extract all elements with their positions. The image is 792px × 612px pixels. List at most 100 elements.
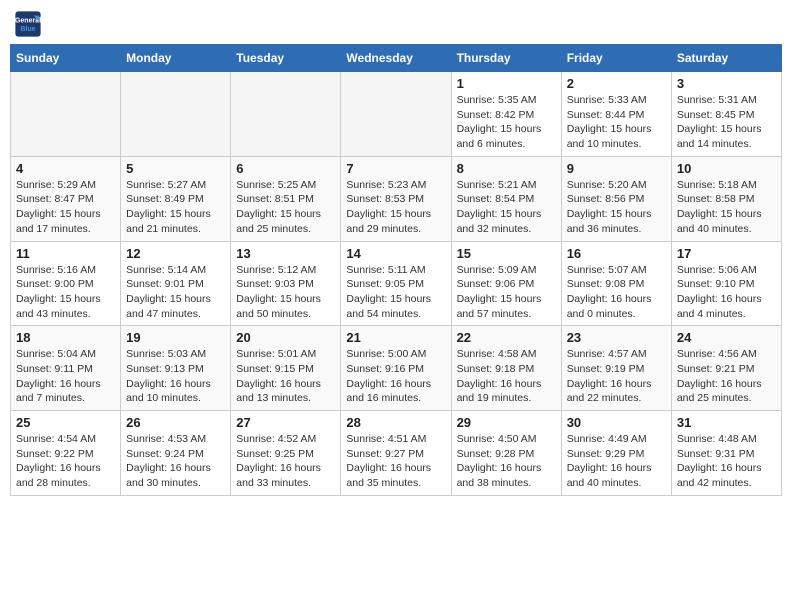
calendar-cell: 30 Sunrise: 4:49 AM Sunset: 9:29 PM Dayli… <box>561 411 671 496</box>
calendar-cell: 16 Sunrise: 5:07 AM Sunset: 9:08 PM Dayli… <box>561 241 671 326</box>
calendar-cell: 24Sunrise: 4:56 AM Sunset: 9:21 PM Dayli… <box>671 326 781 411</box>
day-number: 16 <box>567 246 666 261</box>
day-number: 8 <box>457 161 556 176</box>
cell-content: Sunrise: 5:25 AM Sunset: 8:51 PM Dayligh… <box>236 178 335 237</box>
logo-icon: General Blue <box>14 10 42 38</box>
day-number: 26 <box>126 415 225 430</box>
cell-content: Sunrise: 4:53 AM Sunset: 9:24 PM Dayligh… <box>126 432 225 491</box>
cell-content: Sunrise: 5:35 AM Sunset: 8:42 PM Dayligh… <box>457 93 556 152</box>
day-number: 29 <box>457 415 556 430</box>
calendar-week-4: 18 Sunrise: 5:04 AM Sunset: 9:11 PM Dayli… <box>11 326 782 411</box>
cell-content: Sunrise: 4:52 AM Sunset: 9:25 PM Dayligh… <box>236 432 335 491</box>
calendar-cell: 8 Sunrise: 5:21 AM Sunset: 8:54 PM Daylig… <box>451 156 561 241</box>
calendar-cell <box>341 72 451 157</box>
col-header-thursday: Thursday <box>451 45 561 72</box>
day-number: 9 <box>567 161 666 176</box>
day-number: 12 <box>126 246 225 261</box>
day-number: 20 <box>236 330 335 345</box>
cell-content: Sunrise: 5:20 AM Sunset: 8:56 PM Dayligh… <box>567 178 666 237</box>
day-number: 2 <box>567 76 666 91</box>
calendar-cell: 20 Sunrise: 5:01 AM Sunset: 9:15 PM Dayli… <box>231 326 341 411</box>
cell-content: Sunrise: 5:01 AM Sunset: 9:15 PM Dayligh… <box>236 347 335 406</box>
calendar-cell: 2 Sunrise: 5:33 AM Sunset: 8:44 PM Daylig… <box>561 72 671 157</box>
calendar-cell: 4 Sunrise: 5:29 AM Sunset: 8:47 PM Daylig… <box>11 156 121 241</box>
col-header-sunday: Sunday <box>11 45 121 72</box>
calendar-cell <box>231 72 341 157</box>
cell-content: Sunrise: 5:16 AM Sunset: 9:00 PM Dayligh… <box>16 263 115 322</box>
calendar-cell <box>121 72 231 157</box>
day-number: 27 <box>236 415 335 430</box>
cell-content: Sunrise: 4:56 AM Sunset: 9:21 PM Dayligh… <box>677 347 776 406</box>
cell-content: Sunrise: 5:31 AM Sunset: 8:45 PM Dayligh… <box>677 93 776 152</box>
day-number: 28 <box>346 415 445 430</box>
cell-content: Sunrise: 5:18 AM Sunset: 8:58 PM Dayligh… <box>677 178 776 237</box>
calendar-week-3: 11 Sunrise: 5:16 AM Sunset: 9:00 PM Dayli… <box>11 241 782 326</box>
day-number: 30 <box>567 415 666 430</box>
page-header: General Blue <box>10 10 782 38</box>
calendar-cell: 27 Sunrise: 4:52 AM Sunset: 9:25 PM Dayli… <box>231 411 341 496</box>
calendar-cell: 18 Sunrise: 5:04 AM Sunset: 9:11 PM Dayli… <box>11 326 121 411</box>
calendar-cell: 28Sunrise: 4:51 AM Sunset: 9:27 PM Dayli… <box>341 411 451 496</box>
cell-content: Sunrise: 5:09 AM Sunset: 9:06 PM Dayligh… <box>457 263 556 322</box>
calendar-cell: 15 Sunrise: 5:09 AM Sunset: 9:06 PM Dayli… <box>451 241 561 326</box>
day-number: 18 <box>16 330 115 345</box>
day-number: 22 <box>457 330 556 345</box>
calendar-cell: 14 Sunrise: 5:11 AM Sunset: 9:05 PM Dayli… <box>341 241 451 326</box>
day-number: 31 <box>677 415 776 430</box>
calendar-cell: 10 Sunrise: 5:18 AM Sunset: 8:58 PM Dayli… <box>671 156 781 241</box>
day-number: 19 <box>126 330 225 345</box>
cell-content: Sunrise: 5:12 AM Sunset: 9:03 PM Dayligh… <box>236 263 335 322</box>
cell-content: Sunrise: 5:04 AM Sunset: 9:11 PM Dayligh… <box>16 347 115 406</box>
day-number: 25 <box>16 415 115 430</box>
calendar-table: SundayMondayTuesdayWednesdayThursdayFrid… <box>10 44 782 496</box>
day-number: 13 <box>236 246 335 261</box>
col-header-tuesday: Tuesday <box>231 45 341 72</box>
calendar-cell: 29 Sunrise: 4:50 AM Sunset: 9:28 PM Dayli… <box>451 411 561 496</box>
cell-content: Sunrise: 4:54 AM Sunset: 9:22 PM Dayligh… <box>16 432 115 491</box>
logo: General Blue <box>14 10 46 38</box>
cell-content: Sunrise: 4:49 AM Sunset: 9:29 PM Dayligh… <box>567 432 666 491</box>
day-number: 10 <box>677 161 776 176</box>
cell-content: Sunrise: 5:33 AM Sunset: 8:44 PM Dayligh… <box>567 93 666 152</box>
calendar-cell: 23Sunrise: 4:57 AM Sunset: 9:19 PM Dayli… <box>561 326 671 411</box>
cell-content: Sunrise: 5:21 AM Sunset: 8:54 PM Dayligh… <box>457 178 556 237</box>
day-number: 1 <box>457 76 556 91</box>
day-number: 5 <box>126 161 225 176</box>
calendar-cell: 3 Sunrise: 5:31 AM Sunset: 8:45 PM Daylig… <box>671 72 781 157</box>
cell-content: Sunrise: 5:03 AM Sunset: 9:13 PM Dayligh… <box>126 347 225 406</box>
calendar-cell: 21 Sunrise: 5:00 AM Sunset: 9:16 PM Dayli… <box>341 326 451 411</box>
cell-content: Sunrise: 4:58 AM Sunset: 9:18 PM Dayligh… <box>457 347 556 406</box>
calendar-cell: 17 Sunrise: 5:06 AM Sunset: 9:10 PM Dayli… <box>671 241 781 326</box>
calendar-cell: 1 Sunrise: 5:35 AM Sunset: 8:42 PM Daylig… <box>451 72 561 157</box>
svg-text:Blue: Blue <box>20 26 35 33</box>
cell-content: Sunrise: 5:29 AM Sunset: 8:47 PM Dayligh… <box>16 178 115 237</box>
calendar-cell <box>11 72 121 157</box>
cell-content: Sunrise: 5:14 AM Sunset: 9:01 PM Dayligh… <box>126 263 225 322</box>
calendar-cell: 25 Sunrise: 4:54 AM Sunset: 9:22 PM Dayli… <box>11 411 121 496</box>
cell-content: Sunrise: 4:50 AM Sunset: 9:28 PM Dayligh… <box>457 432 556 491</box>
day-number: 7 <box>346 161 445 176</box>
day-number: 15 <box>457 246 556 261</box>
cell-content: Sunrise: 5:27 AM Sunset: 8:49 PM Dayligh… <box>126 178 225 237</box>
day-number: 14 <box>346 246 445 261</box>
header-row: SundayMondayTuesdayWednesdayThursdayFrid… <box>11 45 782 72</box>
day-number: 6 <box>236 161 335 176</box>
day-number: 17 <box>677 246 776 261</box>
cell-content: Sunrise: 5:00 AM Sunset: 9:16 PM Dayligh… <box>346 347 445 406</box>
day-number: 4 <box>16 161 115 176</box>
day-number: 11 <box>16 246 115 261</box>
calendar-cell: 7Sunrise: 5:23 AM Sunset: 8:53 PM Daylig… <box>341 156 451 241</box>
cell-content: Sunrise: 5:06 AM Sunset: 9:10 PM Dayligh… <box>677 263 776 322</box>
calendar-cell: 19 Sunrise: 5:03 AM Sunset: 9:13 PM Dayli… <box>121 326 231 411</box>
col-header-wednesday: Wednesday <box>341 45 451 72</box>
calendar-week-1: 1 Sunrise: 5:35 AM Sunset: 8:42 PM Daylig… <box>11 72 782 157</box>
cell-content: Sunrise: 5:11 AM Sunset: 9:05 PM Dayligh… <box>346 263 445 322</box>
col-header-saturday: Saturday <box>671 45 781 72</box>
day-number: 3 <box>677 76 776 91</box>
calendar-cell: 9 Sunrise: 5:20 AM Sunset: 8:56 PM Daylig… <box>561 156 671 241</box>
day-number: 21 <box>346 330 445 345</box>
calendar-cell: 11 Sunrise: 5:16 AM Sunset: 9:00 PM Dayli… <box>11 241 121 326</box>
cell-content: Sunrise: 5:07 AM Sunset: 9:08 PM Dayligh… <box>567 263 666 322</box>
calendar-cell: 12 Sunrise: 5:14 AM Sunset: 9:01 PM Dayli… <box>121 241 231 326</box>
calendar-cell: 13 Sunrise: 5:12 AM Sunset: 9:03 PM Dayli… <box>231 241 341 326</box>
